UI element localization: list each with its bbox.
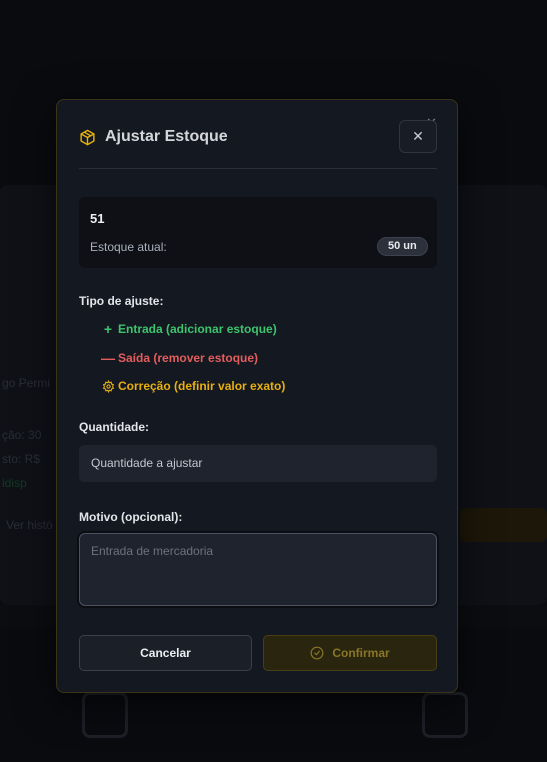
option-saida-label: Saída (remover estoque)	[118, 351, 259, 365]
option-saida[interactable]: — Saída (remover estoque)	[101, 350, 258, 366]
minus-icon: —	[101, 350, 115, 366]
background-button	[460, 508, 547, 542]
background-text: sto: R$	[2, 452, 41, 466]
confirm-button-label: Confirmar	[332, 646, 390, 660]
option-correcao[interactable]: Correção (definir valor exato)	[101, 379, 285, 393]
reason-label: Motivo (opcional):	[79, 510, 183, 524]
close-button[interactable]: ✕	[399, 120, 437, 153]
option-correcao-label: Correção (definir valor exato)	[118, 379, 286, 393]
package-icon	[79, 129, 96, 146]
option-entrada[interactable]: + Entrada (adicionar estoque)	[101, 321, 277, 337]
reason-textarea[interactable]: Entrada de mercadoria	[79, 533, 437, 606]
product-name: 51	[90, 211, 105, 226]
background-package-icon	[82, 692, 128, 738]
background-package-icon	[422, 692, 468, 738]
quantity-label: Quantidade:	[79, 420, 150, 434]
header-divider	[79, 168, 437, 169]
option-entrada-label: Entrada (adicionar estoque)	[118, 322, 277, 336]
check-circle-icon	[310, 646, 324, 660]
quantity-input[interactable]: Quantidade a ajustar	[79, 445, 437, 482]
background-text: ção: 30	[2, 428, 42, 442]
background-text: go Permi	[2, 376, 51, 390]
background-text: Ver histó	[6, 518, 53, 532]
gear-icon	[101, 379, 115, 393]
close-icon: ✕	[412, 128, 424, 144]
adjust-stock-modal: ✕ Ajustar Estoque ✕ 51 Estoque atual: 50…	[56, 99, 458, 693]
plus-icon: +	[103, 321, 113, 337]
modal-header: Ajustar Estoque	[79, 128, 228, 146]
cancel-button[interactable]: Cancelar	[79, 635, 252, 671]
adjust-type-label: Tipo de ajuste:	[79, 294, 164, 308]
current-stock-badge: 50 un	[377, 237, 428, 256]
current-stock-label: Estoque atual:	[90, 240, 167, 254]
product-info-card: 51 Estoque atual: 50 un	[79, 197, 437, 268]
modal-title: Ajustar Estoque	[105, 128, 228, 145]
confirm-button[interactable]: Confirmar	[263, 635, 437, 671]
background-text: idisp	[2, 476, 27, 490]
